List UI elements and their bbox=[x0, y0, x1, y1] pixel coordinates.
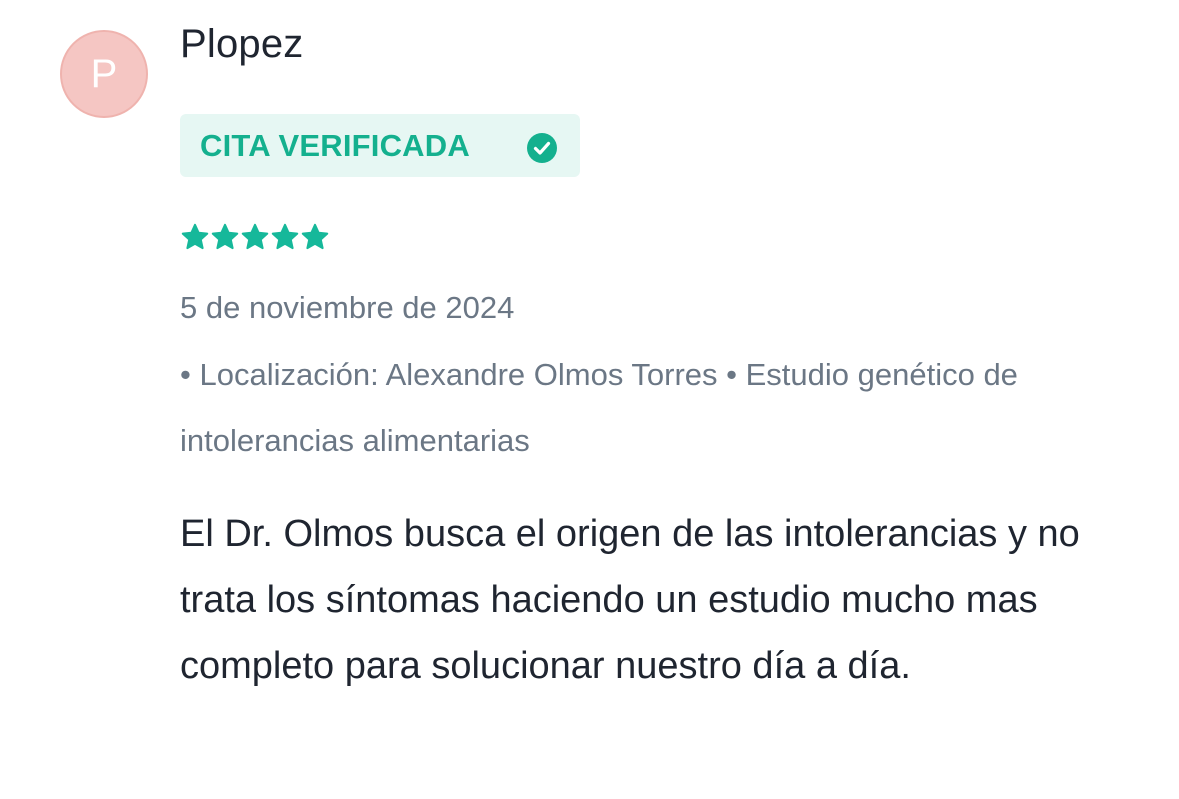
review-card: P Plopez CITA VERIFICADA 5 de noviembre … bbox=[0, 0, 1179, 799]
review-date: 5 de noviembre de 2024 bbox=[180, 290, 515, 325]
star-icon bbox=[241, 223, 269, 250]
avatar: P bbox=[60, 30, 148, 118]
review-location-service: • Localización: Alexandre Olmos Torres •… bbox=[180, 357, 1018, 458]
star-icon bbox=[181, 223, 209, 250]
check-circle-icon bbox=[527, 133, 557, 163]
reviewer-name: Plopez bbox=[180, 22, 304, 66]
star-icon bbox=[271, 223, 299, 250]
verified-badge-label: CITA VERIFICADA bbox=[200, 127, 470, 163]
review-text: El Dr. Olmos busca el origen de las into… bbox=[180, 513, 1080, 687]
star-icon bbox=[211, 223, 239, 250]
avatar-initial: P bbox=[90, 51, 118, 96]
star-rating bbox=[180, 222, 330, 258]
verified-badge: CITA VERIFICADA bbox=[180, 114, 580, 177]
star-icon bbox=[301, 223, 329, 250]
